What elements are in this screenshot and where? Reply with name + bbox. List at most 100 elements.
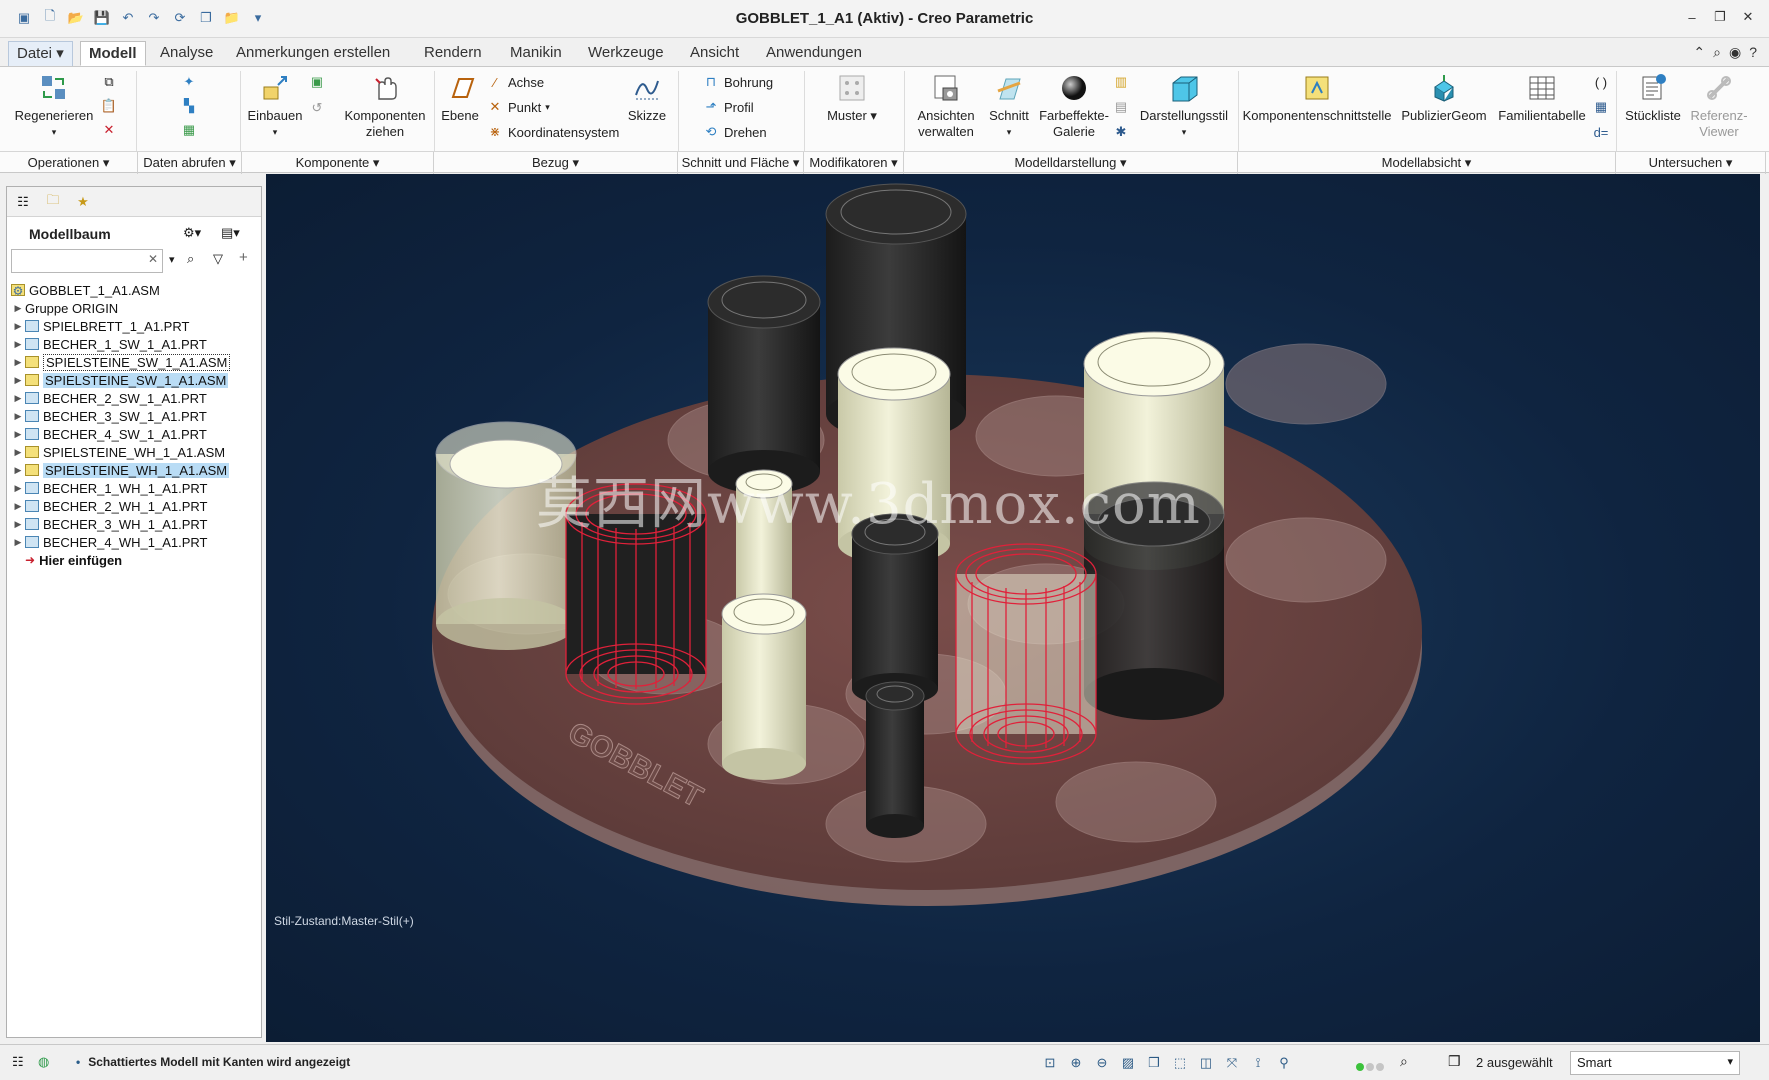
bohrung-button[interactable]: ⊓ Bohrung [702, 73, 773, 91]
expand-arrow-icon[interactable]: ▶ [11, 393, 25, 404]
publiziergeom-button[interactable]: PublizierGeom [1398, 71, 1490, 124]
delete-icon[interactable]: ✕ [100, 121, 118, 139]
stueckliste-button[interactable]: Stückliste [1618, 71, 1688, 124]
paste-icon[interactable]: 📋 [100, 97, 118, 115]
favorites-tab-icon[interactable]: ★ [71, 191, 95, 213]
tree-columns-icon[interactable]: ▤▾ [221, 225, 240, 241]
tree-node[interactable]: ▶ BECHER_2_WH_1_A1.PRT [11, 497, 257, 515]
expand-arrow-icon[interactable]: ▶ [11, 411, 25, 422]
shrinkwrap-icon[interactable]: ▦ [180, 121, 198, 139]
farbeffekte-galerie-button[interactable]: Farbeffekte- Galerie [1034, 71, 1114, 140]
tab-manikin[interactable]: Manikin [502, 41, 570, 66]
expand-arrow-icon[interactable]: ▶ [11, 519, 25, 530]
tree-node[interactable]: ▶ ⚙ Gruppe ORIGIN [11, 284, 257, 317]
expand-arrow-icon[interactable]: ▶ [11, 429, 25, 440]
search-options-icon[interactable]: ▾ [169, 253, 175, 266]
view-manager-icon[interactable]: ◫ [1196, 1053, 1216, 1073]
tab-anmerkungen[interactable]: Anmerkungen erstellen [228, 41, 398, 66]
tab-datei[interactable]: Datei ▾ [8, 41, 73, 66]
repaint-icon[interactable]: ▨ [1118, 1053, 1138, 1073]
help-icon[interactable]: ? [1749, 44, 1757, 61]
darstellungsstil-button[interactable]: Darstellungsstil ▾ [1134, 71, 1234, 140]
group-komponente[interactable]: Komponente ▾ [242, 152, 434, 174]
toggle-navigator-icon[interactable]: ☷ [12, 1054, 24, 1070]
community-icon[interactable]: ◉ [1729, 44, 1741, 61]
explode-icon[interactable]: ▤ [1112, 98, 1130, 116]
add-column-icon[interactable]: + [239, 249, 248, 266]
zoom-in-icon[interactable]: ⊕ [1066, 1053, 1086, 1073]
regenerate-button[interactable]: Regenerieren ▾ [14, 71, 94, 140]
display-style-icon[interactable]: ❒ [1144, 1053, 1164, 1073]
expand-arrow-icon[interactable]: ▶ [11, 321, 25, 332]
expand-arrow-icon[interactable]: ▶ [11, 375, 25, 386]
expand-arrow-icon[interactable]: ▶ [11, 303, 25, 314]
find-binoculars-icon[interactable]: ⌕ [1400, 1053, 1408, 1070]
scene-icon[interactable]: ▥ [1112, 73, 1130, 91]
koordinatensystem-button[interactable]: ⋇ Koordinatensystem [486, 123, 620, 141]
group-operationen[interactable]: Operationen ▾ [0, 152, 138, 174]
tree-node[interactable]: ▶ SPIELBRETT_1_A1.PRT [11, 317, 257, 335]
group-schnitt-flaeche[interactable]: Schnitt und Fläche ▾ [678, 152, 804, 174]
tab-werkzeuge[interactable]: Werkzeuge [580, 41, 672, 66]
tab-analyse[interactable]: Analyse [152, 41, 221, 66]
expand-arrow-icon[interactable]: ▶ [11, 537, 25, 548]
ansichten-verwalten-button[interactable]: Ansichten verwalten [906, 71, 986, 140]
repeat-icon[interactable]: ↺ [308, 99, 326, 117]
group-untersuchen[interactable]: Untersuchen ▾ [1616, 152, 1766, 174]
tree-node[interactable]: ▶ BECHER_4_SW_1_A1.PRT [11, 425, 257, 443]
tree-node[interactable]: ▶ BECHER_1_WH_1_A1.PRT [11, 479, 257, 497]
muster-button[interactable]: Muster ▾ [820, 71, 884, 124]
group-daten-abrufen[interactable]: Daten abrufen ▾ [138, 152, 242, 174]
tab-rendern[interactable]: Rendern [416, 41, 490, 66]
switch-dimensions-icon[interactable]: d= [1592, 123, 1610, 141]
copy-geometry-icon[interactable]: ▚ [180, 97, 198, 115]
tree-settings-icon[interactable]: ⚙▾ [183, 225, 201, 241]
minimize-ribbon-icon[interactable]: ⌃ [1693, 44, 1705, 61]
create-component-icon[interactable]: ▣ [308, 73, 326, 91]
einbauen-button[interactable]: Einbauen ▾ [246, 71, 304, 140]
selection-filter-dropdown[interactable]: Smart [1570, 1051, 1740, 1075]
user-defined-feature-icon[interactable]: ✦ [180, 73, 198, 91]
expand-arrow-icon[interactable]: ▶ [11, 501, 25, 512]
model-tree-tab-icon[interactable]: ☷ [11, 191, 35, 213]
annotation-display-icon[interactable]: ⟟ [1248, 1053, 1268, 1073]
clear-search-icon[interactable]: ✕ [148, 252, 158, 266]
group-modifikatoren[interactable]: Modifikatoren ▾ [804, 152, 904, 174]
ebene-button[interactable]: Ebene [436, 71, 484, 124]
tab-anwendungen[interactable]: Anwendungen [758, 41, 870, 66]
profil-button[interactable]: ⬏ Profil [702, 98, 754, 116]
zoom-out-icon[interactable]: ⊖ [1092, 1053, 1112, 1073]
achse-button[interactable]: ⁄ Achse [486, 73, 544, 91]
search-icon[interactable]: ⌕ [1713, 44, 1721, 61]
expand-arrow-icon[interactable]: ▶ [11, 447, 25, 458]
find-binoculars-icon[interactable]: ⌕ [187, 251, 194, 267]
graphics-viewport[interactable]: GOBBLET 莫西网www.3dmox.com Stil-Zustand:Ma… [266, 174, 1760, 1042]
folder-browser-tab-icon[interactable]: 🗀 [41, 191, 65, 213]
tree-node[interactable]: ▶ SPIELSTEINE_SW_1_A1.ASM [11, 353, 257, 371]
schnitt-button[interactable]: Schnitt ▾ [984, 71, 1034, 140]
tree-node-selected[interactable]: ▶ SPIELSTEINE_WH_1_A1.ASM [11, 461, 257, 479]
tree-node[interactable]: ▶ BECHER_2_SW_1_A1.PRT [11, 389, 257, 407]
copy-icon[interactable]: ⧉ [100, 73, 118, 91]
close-icon[interactable]: ✕ [1739, 8, 1757, 26]
group-modellabsicht[interactable]: Modellabsicht ▾ [1238, 152, 1616, 174]
tree-node[interactable]: ▶ BECHER_3_WH_1_A1.PRT [11, 515, 257, 533]
tree-node[interactable]: ▶ BECHER_1_SW_1_A1.PRT [11, 335, 257, 353]
saved-orientations-icon[interactable]: ⬚ [1170, 1053, 1190, 1073]
filter-icon[interactable]: ▽ [213, 251, 223, 267]
komponenten-ziehen-button[interactable]: Komponenten ziehen [340, 71, 430, 140]
drehen-button[interactable]: ⟲ Drehen [702, 123, 767, 141]
tree-node-selected[interactable]: ▶ SPIELSTEINE_SW_1_A1.ASM [11, 371, 257, 389]
skizze-button[interactable]: Skizze [620, 71, 674, 124]
selection-filter-icon[interactable]: ❒ [1448, 1053, 1461, 1070]
tab-ansicht[interactable]: Ansicht [682, 41, 747, 66]
spin-center-icon[interactable]: ⚲ [1274, 1053, 1294, 1073]
tree-search-input[interactable]: ✕ [11, 249, 163, 273]
punkt-button[interactable]: ✕ Punkt ▾ [486, 98, 550, 116]
parameters-icon[interactable]: ▦ [1592, 98, 1610, 116]
group-bezug[interactable]: Bezug ▾ [434, 152, 678, 174]
familientabelle-button[interactable]: Familientabelle [1494, 71, 1590, 124]
relations-icon[interactable]: ( ) [1592, 73, 1610, 91]
datum-display-icon[interactable]: ⤧ [1222, 1053, 1242, 1073]
expand-arrow-icon[interactable]: ▶ [11, 465, 25, 476]
